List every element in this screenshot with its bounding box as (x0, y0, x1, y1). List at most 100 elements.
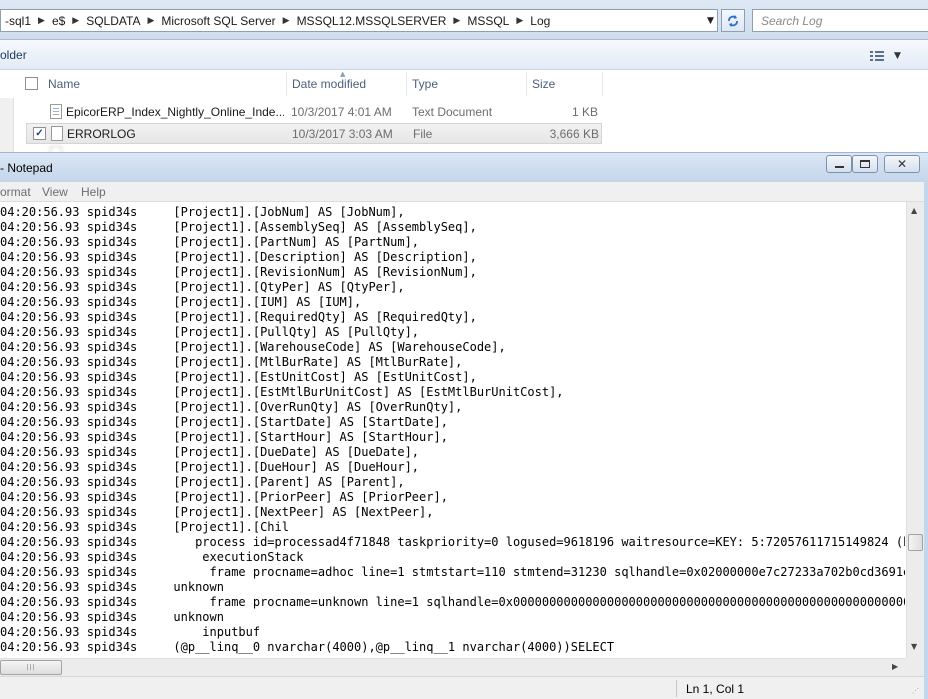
log-line: 04:20:56.93 spid34s (@p__linq__0 nvarcha… (0, 640, 615, 654)
select-all-checkbox[interactable] (25, 77, 38, 90)
chevron-right-icon[interactable]: ▶ (450, 15, 463, 26)
file-name: ERRORLOG (67, 127, 136, 141)
vertical-scrollbar[interactable]: ▲ ▼ (906, 202, 924, 658)
log-line: 04:20:56.93 spid34s [Project1].[Descript… (0, 250, 477, 264)
horizontal-scroll-thumb[interactable]: ||| (0, 660, 62, 675)
column-divider[interactable] (406, 72, 407, 96)
breadcrumb-item[interactable]: Log (526, 14, 554, 28)
log-line: 04:20:56.93 spid34s frame procname=unkno… (0, 595, 905, 609)
log-line: 04:20:56.93 spid34s frame procname=adhoc… (0, 565, 905, 579)
log-line: 04:20:56.93 spid34s [Project1].[MtlBurRa… (0, 355, 463, 369)
explorer-toolbar: older ▼ (0, 40, 928, 70)
file-type: File (413, 127, 433, 141)
window-border (924, 182, 928, 699)
maximize-icon (860, 160, 870, 168)
view-dropdown-icon[interactable]: ▼ (894, 51, 901, 61)
log-line: 04:20:56.93 spid34s [Project1].[NextPeer… (0, 505, 434, 519)
log-line: 04:20:56.93 spid34s [Project1].[Assembly… (0, 220, 477, 234)
chevron-right-icon[interactable]: ▶ (144, 15, 157, 26)
breadcrumb-item[interactable]: MSSQL (463, 14, 513, 28)
window-title: - Notepad (0, 161, 53, 175)
details-view-icon (870, 51, 884, 61)
log-line: 04:20:56.93 spid34s [Project1].[JobNum] … (0, 205, 405, 219)
log-line: 04:20:56.93 spid34s [Project1].[DueDate]… (0, 445, 420, 459)
log-line: 04:20:56.93 spid34s [Project1].[OverRunQ… (0, 400, 463, 414)
column-header-size[interactable]: Size (532, 77, 555, 91)
address-dropdown-icon[interactable]: ▼ (703, 9, 718, 32)
minimize-button[interactable] (826, 155, 852, 173)
scroll-up-icon[interactable]: ▲ (911, 206, 917, 215)
text-editor[interactable]: 04:20:56.93 spid34s [Project1].[JobNum] … (0, 202, 924, 676)
log-line: 04:20:56.93 spid34s [Project1].[PullQty]… (0, 325, 420, 339)
column-divider[interactable] (526, 72, 527, 96)
scroll-down-icon[interactable]: ▼ (911, 642, 917, 651)
chevron-right-icon[interactable]: ▶ (513, 15, 526, 26)
notepad-window: - Notepad ✕ ormat View Help 04:20:56.93 … (0, 152, 928, 699)
log-line: 04:20:56.93 spid34s unknown (0, 580, 224, 594)
scrollbar-corner (906, 658, 924, 676)
log-line: 04:20:56.93 spid34s [Project1].[DueHour]… (0, 460, 420, 474)
refresh-icon (728, 14, 738, 27)
menu-help[interactable]: Help (81, 185, 106, 199)
search-input[interactable]: Search Log (752, 9, 928, 32)
log-line: 04:20:56.93 spid34s [Project1].[Required… (0, 310, 477, 324)
breadcrumb-item[interactable]: e$ (48, 14, 69, 28)
log-line: 04:20:56.93 spid34s [Project1].[EstMtlBu… (0, 385, 564, 399)
new-folder-button[interactable]: older (0, 48, 27, 62)
breadcrumb-item[interactable]: SQLDATA (82, 14, 144, 28)
chevron-right-icon[interactable]: ▶ (69, 15, 82, 26)
horizontal-scrollbar[interactable]: ||| ▶ (0, 658, 906, 676)
log-line: 04:20:56.93 spid34s process id=processad… (0, 535, 905, 549)
close-icon: ✕ (896, 157, 908, 171)
breadcrumb-item[interactable]: -sql1 (1, 14, 35, 28)
editor-content[interactable]: 04:20:56.93 spid34s [Project1].[JobNum] … (0, 205, 905, 658)
file-icon (51, 126, 63, 141)
menu-view[interactable]: View (42, 185, 68, 199)
log-line: 04:20:56.93 spid34s [Project1].[Revision… (0, 265, 477, 279)
log-line: 04:20:56.93 spid34s [Project1].[PartNum]… (0, 235, 420, 249)
change-view-button[interactable]: ▼ (870, 48, 906, 64)
scroll-right-icon[interactable]: ▶ (892, 662, 898, 671)
breadcrumb-item[interactable]: MSSQL12.MSSQLSERVER (293, 14, 451, 28)
chevron-right-icon[interactable]: ▶ (35, 15, 48, 26)
explorer-window: -sql1 ▶ e$ ▶ SQLDATA ▶ Microsoft SQL Ser… (0, 0, 928, 160)
column-header-row: Name Date modified Type Size (0, 70, 928, 98)
row-checkbox[interactable]: ✓ (33, 127, 46, 140)
column-header-date[interactable]: Date modified (292, 77, 366, 91)
address-row: -sql1 ▶ e$ ▶ SQLDATA ▶ Microsoft SQL Ser… (0, 0, 928, 40)
file-date: 10/3/2017 4:01 AM (291, 105, 392, 119)
log-line: 04:20:56.93 spid34s [Project1].[StartHou… (0, 430, 448, 444)
address-bar[interactable]: -sql1 ▶ e$ ▶ SQLDATA ▶ Microsoft SQL Ser… (0, 9, 718, 32)
file-name: EpicorERP_Index_Nightly_Online_Inde... (66, 105, 284, 119)
refresh-button[interactable] (721, 9, 745, 32)
column-header-name[interactable]: Name (48, 77, 80, 91)
log-line: 04:20:56.93 spid34s unknown (0, 610, 224, 624)
log-line: 04:20:56.93 spid34s [Project1].[IUM] AS … (0, 295, 362, 309)
log-line: 04:20:56.93 spid34s inputbuf (0, 625, 261, 639)
log-line: 04:20:56.93 spid34s [Project1].[StartDat… (0, 415, 448, 429)
resize-grip-icon[interactable]: ⋰ (912, 687, 919, 695)
status-bar: Ln 1, Col 1 ⋰ (0, 676, 924, 699)
cursor-position: Ln 1, Col 1 (686, 682, 745, 696)
column-header-type[interactable]: Type (412, 77, 438, 91)
menu-format[interactable]: ormat (0, 185, 31, 199)
log-line: 04:20:56.93 spid34s [Project1].[Warehous… (0, 340, 506, 354)
file-size: 1 KB (571, 105, 598, 119)
maximize-button[interactable] (852, 155, 878, 173)
breadcrumb-item[interactable]: Microsoft SQL Server (157, 14, 279, 28)
chevron-right-icon[interactable]: ▶ (280, 15, 293, 26)
log-line: 04:20:56.93 spid34s [Project1].[QtyPer] … (0, 280, 405, 294)
log-line: 04:20:56.93 spid34s [Project1].[EstUnitC… (0, 370, 477, 384)
notepad-title-bar[interactable]: - Notepad ✕ (0, 152, 928, 182)
file-row[interactable]: EpicorERP_Index_Nightly_Online_Inde... 1… (26, 102, 602, 123)
sort-indicator-icon: ▲ (340, 70, 346, 78)
vertical-scroll-thumb[interactable] (908, 534, 923, 551)
log-line: 04:20:56.93 spid34s [Project1].[PriorPee… (0, 490, 448, 504)
column-divider[interactable] (602, 72, 603, 96)
status-divider (676, 680, 677, 697)
log-line: 04:20:56.93 spid34s [Project1].[Chil (0, 520, 289, 534)
menu-bar: ormat View Help (0, 182, 924, 202)
close-button[interactable]: ✕ (884, 155, 920, 173)
column-divider[interactable] (286, 72, 287, 96)
file-row-selected[interactable]: ✓ ERRORLOG 10/3/2017 3:03 AM File 3,666 … (26, 123, 602, 144)
